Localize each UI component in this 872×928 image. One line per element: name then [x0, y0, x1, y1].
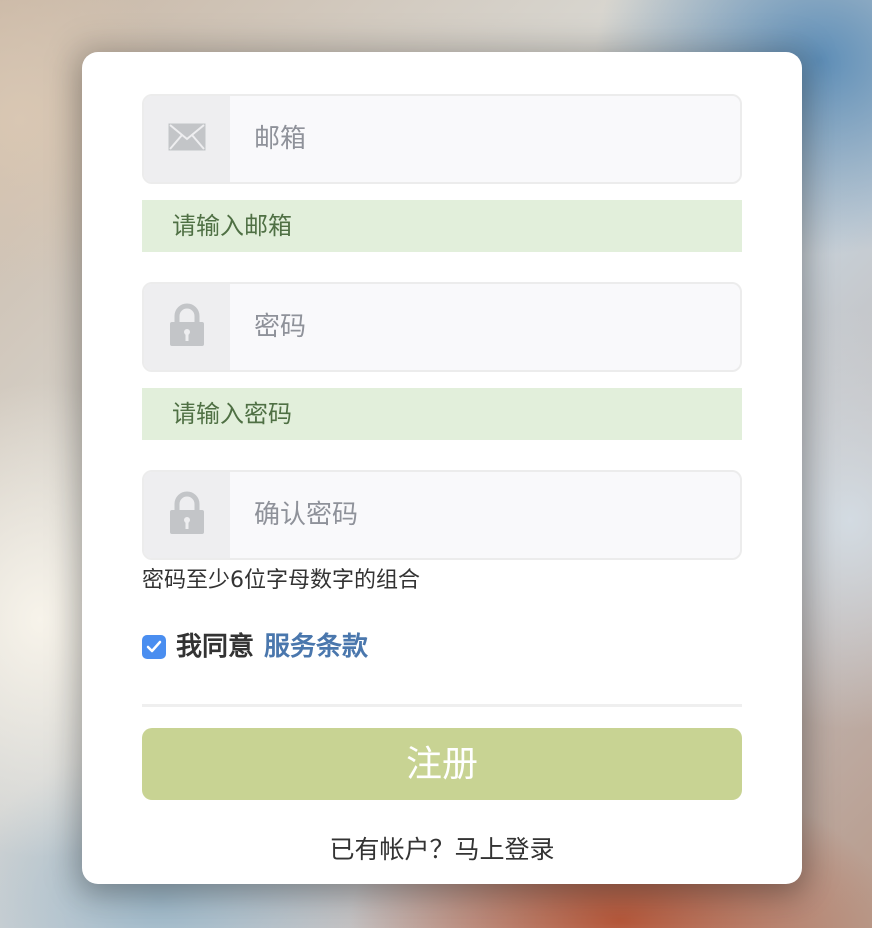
- mail-icon: [168, 123, 206, 155]
- password-input-group: [142, 282, 742, 372]
- password-field[interactable]: [230, 284, 740, 370]
- confirm-password-field[interactable]: [230, 472, 740, 558]
- register-button[interactable]: 注册: [142, 728, 742, 800]
- email-input-group: [142, 94, 742, 184]
- password-addon: [144, 284, 230, 370]
- confirm-password-input-group: [142, 470, 742, 560]
- agree-label: 我同意: [176, 632, 255, 662]
- register-card: 请输入邮箱 请输入密码: [82, 52, 802, 884]
- email-addon: [144, 96, 230, 182]
- agree-checkbox[interactable]: [142, 634, 166, 659]
- agree-row: 我同意 服务条款: [142, 626, 368, 663]
- lock-icon: [169, 303, 205, 351]
- email-field[interactable]: [230, 96, 740, 182]
- check-icon: [146, 640, 162, 652]
- divider: [142, 704, 742, 707]
- password-alert: 请输入密码: [142, 388, 742, 440]
- login-link[interactable]: 已有帐户？马上登录: [82, 830, 802, 866]
- password-hint: 密码至少6位字母数字的组合: [142, 568, 420, 593]
- lock-icon: [169, 491, 205, 539]
- email-alert: 请输入邮箱: [142, 200, 742, 252]
- terms-link[interactable]: 服务条款: [264, 626, 368, 663]
- confirm-password-addon: [144, 472, 230, 558]
